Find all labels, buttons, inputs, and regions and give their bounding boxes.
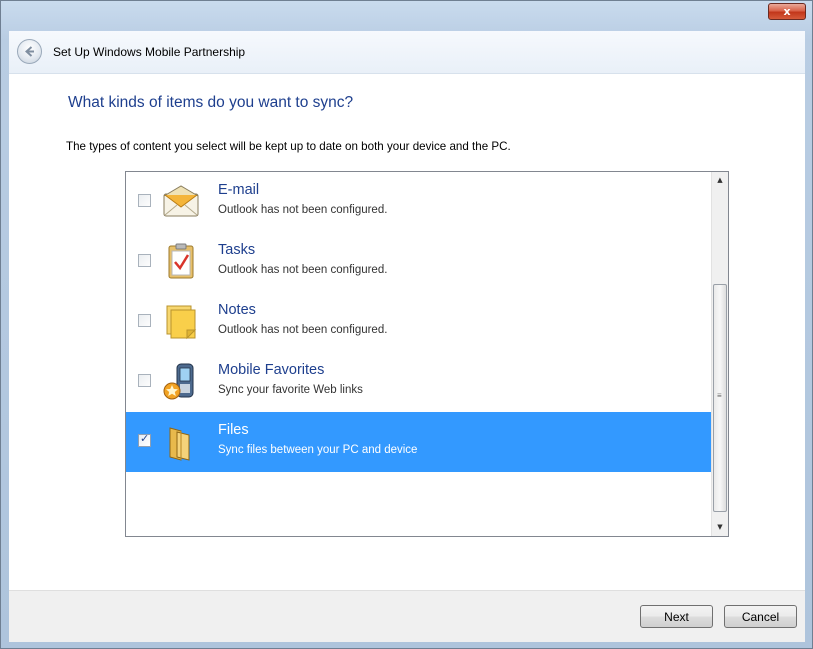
wizard-footer: Next Cancel [9, 590, 805, 642]
item-subtitle: Outlook has not been configured. [218, 204, 388, 216]
item-subtitle: Sync your favorite Web links [218, 384, 363, 396]
wizard-title: Set Up Windows Mobile Partnership [53, 45, 246, 59]
page-heading: What kinds of items do you want to sync? [68, 94, 354, 111]
cancel-button[interactable]: Cancel [724, 605, 797, 628]
email-checkbox[interactable] [138, 194, 151, 207]
vertical-scrollbar[interactable]: ▲ ≡ ▼ [711, 172, 728, 536]
list-item-email[interactable]: E-mail Outlook has not been configured. [126, 172, 711, 232]
wizard-content: What kinds of items do you want to sync?… [9, 74, 805, 590]
check-icon: ✓ [140, 432, 150, 445]
notes-icon [166, 305, 197, 340]
sync-items: E-mail Outlook has not been configured. … [126, 172, 711, 536]
back-button[interactable] [17, 39, 42, 64]
sync-items-list[interactable]: E-mail Outlook has not been configured. … [125, 171, 729, 537]
mobile-favorites-checkbox[interactable] [138, 374, 151, 387]
mobile-favorites-icon [163, 363, 194, 400]
page-subtitle: The types of content you select will be … [66, 140, 511, 153]
item-title: E-mail [218, 182, 260, 198]
item-subtitle: Outlook has not been configured. [218, 324, 388, 336]
back-arrow-icon [25, 46, 34, 57]
grip-icon: ≡ [717, 391, 722, 400]
item-subtitle: Sync files between your PC and device [218, 444, 418, 456]
folder-icon [169, 427, 190, 461]
list-item-files[interactable]: ✓ Files Sync files between your PC and d… [126, 412, 711, 472]
close-icon: x [783, 5, 791, 18]
window-frame: x Set Up Windows Mobile Partnership What… [0, 0, 813, 649]
item-subtitle: Outlook has not been configured. [218, 264, 388, 276]
tasks-icon [168, 243, 194, 279]
item-title: Notes [218, 302, 256, 318]
scroll-down-icon[interactable]: ▼ [712, 519, 728, 536]
list-item-mobile-favorites[interactable]: Mobile Favorites Sync your favorite Web … [126, 352, 711, 412]
files-checkbox[interactable]: ✓ [138, 432, 151, 447]
email-icon [163, 185, 199, 217]
close-button[interactable]: x [768, 3, 806, 20]
next-button[interactable]: Next [640, 605, 713, 628]
notes-checkbox[interactable] [138, 314, 151, 327]
wizard-header: Set Up Windows Mobile Partnership [9, 31, 805, 74]
item-title: Files [218, 422, 249, 438]
scrollbar-thumb[interactable]: ≡ [713, 284, 727, 512]
scroll-up-icon[interactable]: ▲ [712, 172, 728, 189]
list-item-tasks[interactable]: Tasks Outlook has not been configured. [126, 232, 711, 292]
item-title: Tasks [218, 242, 256, 258]
list-item-notes[interactable]: Notes Outlook has not been configured. [126, 292, 711, 352]
item-title: Mobile Favorites [218, 362, 325, 378]
tasks-checkbox[interactable] [138, 254, 151, 267]
title-bar: x [1, 1, 812, 31]
